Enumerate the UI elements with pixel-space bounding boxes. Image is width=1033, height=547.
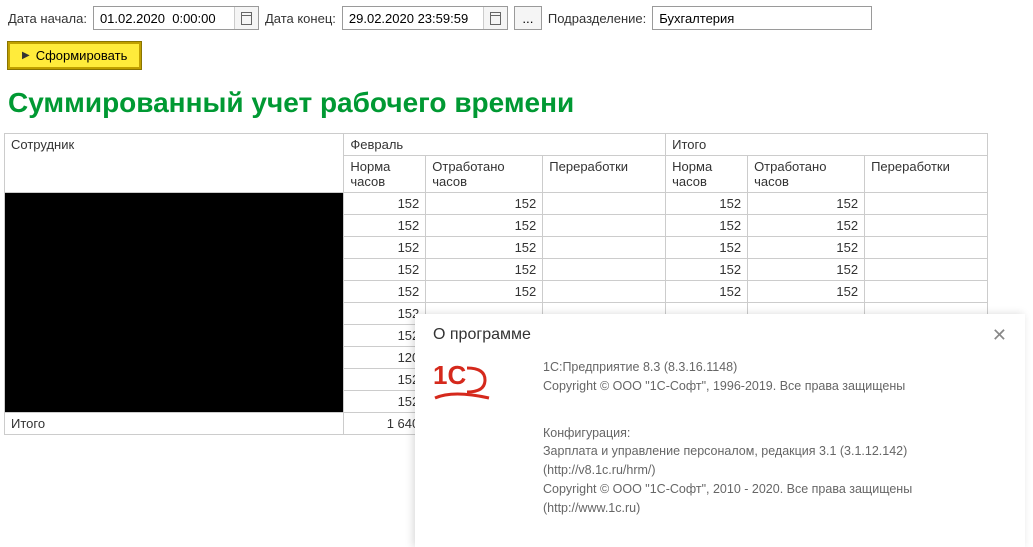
date-from-field[interactable] <box>93 6 259 30</box>
date-to-label: Дата конец: <box>265 11 336 26</box>
cell-worked: 152 <box>426 215 543 237</box>
generate-button[interactable]: ▶ Сформировать <box>8 42 141 69</box>
col-over: Переработки <box>543 156 666 193</box>
col-norm: Норма часов <box>344 156 426 193</box>
col-employee: Сотрудник <box>5 134 344 193</box>
cell-tnorm: 152 <box>666 193 748 215</box>
about-config-copyright: Copyright © ООО "1С-Софт", 2010 - 2020. … <box>543 480 1007 499</box>
cell-tworked: 152 <box>748 215 865 237</box>
cell-norm: 152 <box>344 215 426 237</box>
cell-tover <box>865 193 988 215</box>
col-total-worked: Отработано часов <box>748 156 865 193</box>
cell-worked: 152 <box>426 193 543 215</box>
col-worked: Отработано часов <box>426 156 543 193</box>
about-config-name: Зарплата и управление персоналом, редакц… <box>543 442 1007 480</box>
cell-norm: 152 <box>344 237 426 259</box>
cell-worked: 152 <box>426 281 543 303</box>
toolbar: Дата начала: Дата конец: ... Подразделен… <box>0 0 1033 36</box>
cell-norm: 152 <box>344 391 426 413</box>
cell-tover <box>865 259 988 281</box>
cell-norm: 152 <box>344 325 426 347</box>
cell-worked: 152 <box>426 237 543 259</box>
col-total-norm: Норма часов <box>666 156 748 193</box>
logo-1c-icon: 1C <box>433 358 493 517</box>
cell-norm: 152 <box>344 259 426 281</box>
about-version: 1С:Предприятие 8.3 (8.3.16.1148) <box>543 358 1007 377</box>
generate-button-label: Сформировать <box>36 48 128 63</box>
date-to-field[interactable] <box>342 6 508 30</box>
cell-norm: 120 <box>344 347 426 369</box>
about-config-url: (http://www.1c.ru) <box>543 499 1007 518</box>
cell-tnorm: 152 <box>666 259 748 281</box>
cell-tnorm: 152 <box>666 215 748 237</box>
cell-over <box>543 215 666 237</box>
cell-tover <box>865 237 988 259</box>
about-copyright: Copyright © ООО "1С-Софт", 1996-2019. Вс… <box>543 377 1007 396</box>
cell-norm: 152 <box>344 303 426 325</box>
col-total-over: Переработки <box>865 156 988 193</box>
about-dialog: О программе ✕ 1C 1С:Предприятие 8.3 (8.3… <box>415 314 1025 547</box>
table-row: 152152152152 <box>5 193 988 215</box>
cell-tover <box>865 281 988 303</box>
cell-tworked: 152 <box>748 193 865 215</box>
play-icon: ▶ <box>22 50 30 61</box>
close-icon[interactable]: ✕ <box>992 326 1007 344</box>
col-total: Итого <box>666 134 988 156</box>
cell-over <box>543 193 666 215</box>
department-label: Подразделение: <box>548 11 646 26</box>
total-norm: 1 640 <box>344 413 426 435</box>
about-title: О программе <box>433 326 531 344</box>
cell-tworked: 152 <box>748 237 865 259</box>
cell-over <box>543 237 666 259</box>
cell-norm: 152 <box>344 369 426 391</box>
employee-cell-redacted <box>5 193 344 413</box>
about-config-header: Конфигурация: <box>543 424 1007 443</box>
cell-norm: 152 <box>344 281 426 303</box>
col-month: Февраль <box>344 134 666 156</box>
cell-over <box>543 259 666 281</box>
cell-tworked: 152 <box>748 259 865 281</box>
date-from-label: Дата начала: <box>8 11 87 26</box>
cell-norm: 152 <box>344 193 426 215</box>
svg-text:1C: 1C <box>433 360 466 390</box>
cell-tnorm: 152 <box>666 281 748 303</box>
date-to-input[interactable] <box>343 9 483 28</box>
report-title: Суммированный учет рабочего времени <box>8 87 1025 119</box>
cell-tnorm: 152 <box>666 237 748 259</box>
department-input[interactable] <box>652 6 872 30</box>
more-button[interactable]: ... <box>514 6 542 30</box>
date-from-input[interactable] <box>94 9 234 28</box>
calendar-icon[interactable] <box>234 7 258 29</box>
total-label: Итого <box>5 413 344 435</box>
cell-tover <box>865 215 988 237</box>
cell-tworked: 152 <box>748 281 865 303</box>
cell-worked: 152 <box>426 259 543 281</box>
calendar-icon[interactable] <box>483 7 507 29</box>
about-info: 1С:Предприятие 8.3 (8.3.16.1148) Copyrig… <box>543 358 1007 517</box>
cell-over <box>543 281 666 303</box>
